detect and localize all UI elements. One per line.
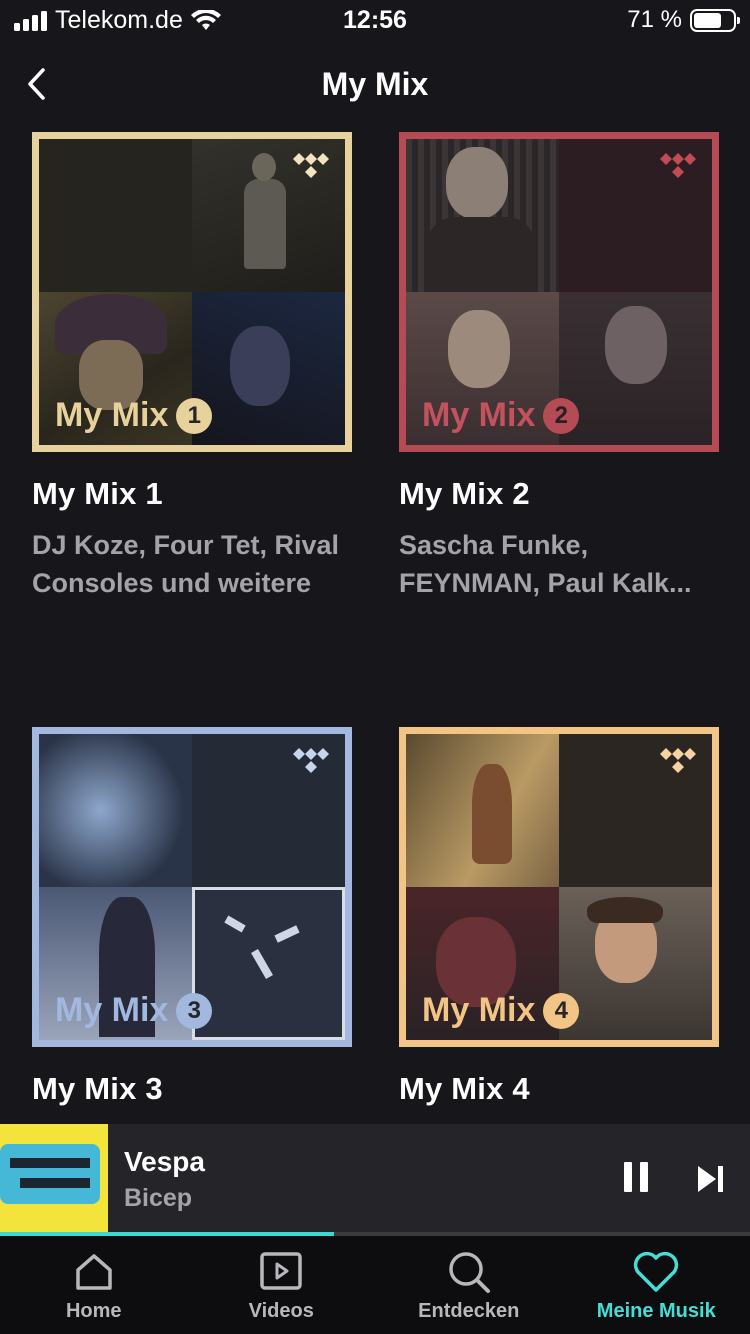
tidal-logo-icon bbox=[293, 153, 329, 178]
tidal-logo-icon bbox=[293, 748, 329, 773]
tab-videos[interactable]: Videos bbox=[188, 1236, 376, 1334]
mix-tile-2[interactable]: My Mix 2 My Mix 2 Sascha Funke, FEYNMAN,… bbox=[399, 132, 719, 602]
mix-tile-1[interactable]: My Mix 1 My Mix 1 DJ Koze, Four Tet, Riv… bbox=[32, 132, 352, 602]
video-icon bbox=[260, 1252, 302, 1290]
cover-image bbox=[192, 292, 345, 445]
mix-number-badge: 2 bbox=[543, 397, 580, 434]
mix-cover[interactable]: My Mix 3 bbox=[32, 727, 352, 1047]
mix-title[interactable]: My Mix 1 bbox=[32, 476, 352, 512]
tab-home[interactable]: Home bbox=[0, 1236, 188, 1334]
cover-label: My Mix 2 bbox=[422, 396, 580, 435]
mix-number-badge: 1 bbox=[176, 397, 213, 434]
battery-percent: 71 % bbox=[627, 6, 682, 33]
cover-image bbox=[406, 734, 559, 887]
track-artist: Bicep bbox=[124, 1184, 193, 1212]
mix-subtitle: DJ Koze, Four Tet, Rival Consoles und we… bbox=[32, 530, 340, 598]
mix-tile-4[interactable]: My Mix 4 My Mix 4 bbox=[399, 727, 719, 1107]
mix-tile-3[interactable]: My Mix 3 My Mix 3 bbox=[32, 727, 352, 1107]
battery-icon bbox=[690, 8, 740, 32]
cover-image bbox=[559, 887, 712, 1040]
pause-button[interactable] bbox=[618, 1162, 654, 1198]
tab-label: Entdecken bbox=[418, 1300, 520, 1322]
track-title: Vespa bbox=[124, 1146, 205, 1177]
cover-image bbox=[406, 139, 559, 297]
nav-header: My Mix bbox=[0, 50, 750, 120]
mix-title[interactable]: My Mix 2 bbox=[399, 476, 719, 512]
heart-icon bbox=[634, 1251, 679, 1292]
mix-cover[interactable]: My Mix 1 bbox=[32, 132, 352, 452]
status-bar: Telekom.de 12:56 71 % bbox=[0, 0, 750, 44]
mix-number-badge: 4 bbox=[543, 992, 580, 1029]
tab-entdecken[interactable]: Entdecken bbox=[375, 1236, 563, 1334]
cover-image bbox=[192, 887, 345, 1040]
tidal-logo-icon bbox=[660, 153, 696, 178]
tab-label: Meine Musik bbox=[596, 1300, 716, 1322]
tab-label: Videos bbox=[248, 1300, 314, 1322]
tab-bar: Home Videos Entdecken Meine Musik bbox=[0, 1236, 750, 1334]
cover-image bbox=[39, 734, 192, 887]
mix-cover[interactable]: My Mix 4 bbox=[399, 727, 719, 1047]
mix-subtitle: Sascha Funke, FEYNMAN, Paul Kalk... bbox=[399, 530, 692, 598]
tab-label: Home bbox=[65, 1300, 122, 1322]
mix-cover[interactable]: My Mix 2 bbox=[399, 132, 719, 452]
tidal-logo-icon bbox=[660, 748, 696, 773]
tab-meine-musik[interactable]: Meine Musik bbox=[563, 1236, 750, 1334]
page-title: My Mix bbox=[321, 66, 429, 102]
cover-label: My Mix 4 bbox=[422, 991, 580, 1030]
cover-label: My Mix 1 bbox=[55, 396, 213, 435]
mix-title[interactable]: My Mix 4 bbox=[399, 1071, 719, 1107]
cover-image bbox=[559, 292, 712, 445]
mix-title[interactable]: My Mix 3 bbox=[32, 1071, 352, 1107]
cover-label: My Mix 3 bbox=[55, 991, 213, 1030]
album-art[interactable] bbox=[0, 1124, 108, 1232]
skip-next-icon[interactable] bbox=[696, 1164, 726, 1194]
mix-number-badge: 3 bbox=[176, 992, 213, 1029]
search-icon bbox=[449, 1252, 490, 1293]
cover-image bbox=[39, 139, 192, 292]
pause-icon bbox=[624, 1162, 632, 1192]
home-icon bbox=[76, 1254, 112, 1290]
mini-player[interactable]: Vespa Bicep bbox=[0, 1124, 750, 1237]
